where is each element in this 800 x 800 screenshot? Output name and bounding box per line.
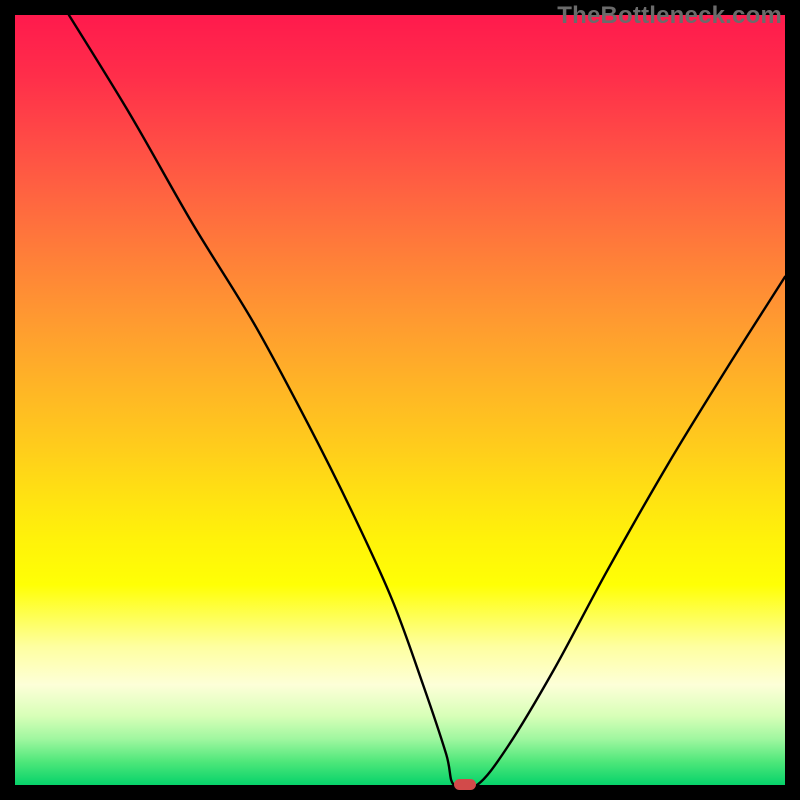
optimum-marker [454,779,476,790]
plot-area [15,15,785,785]
bottleneck-curve [15,15,785,785]
chart-frame: TheBottleneck.com [0,0,800,800]
watermark-text: TheBottleneck.com [557,2,782,30]
